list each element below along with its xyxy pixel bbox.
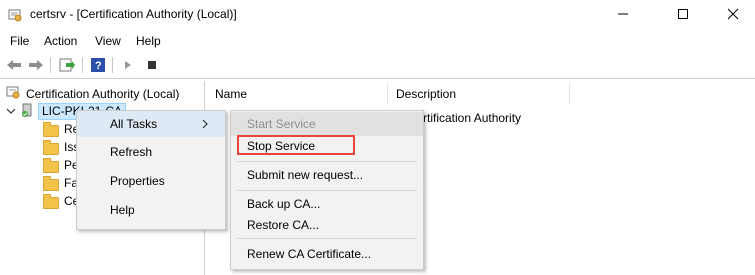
menu-item-renew-ca-certificate-label: Renew CA Certificate...	[247, 247, 372, 261]
folder-icon	[43, 176, 59, 191]
column-header-description[interactable]: Description	[396, 81, 456, 107]
menu-item-start-service-label: Start Service	[247, 117, 316, 131]
toolbar-separator	[50, 57, 51, 73]
window-title: certsrv - [Certification Authority (Loca…	[30, 7, 237, 21]
context-menu: All Tasks Refresh Properties Help	[76, 110, 226, 230]
minimize-button[interactable]	[600, 0, 646, 30]
maximize-icon	[677, 8, 689, 23]
menu-item-refresh-label: Refresh	[110, 145, 153, 159]
folder-icon	[43, 140, 59, 155]
help-icon[interactable]: ?	[89, 56, 107, 74]
menu-item-renew-ca-certificate[interactable]: Renew CA Certificate...	[231, 242, 423, 266]
menu-bar: File Action View Help	[0, 30, 755, 52]
export-list-icon[interactable]	[57, 56, 77, 74]
back-arrow-icon[interactable]	[4, 56, 24, 74]
menu-item-restore-ca-label: Restore CA...	[247, 218, 320, 232]
svg-text:?: ?	[95, 60, 102, 72]
close-icon	[727, 8, 739, 23]
menu-item-all-tasks-label: All Tasks	[110, 117, 158, 131]
menu-item-stop-service[interactable]: Stop Service	[231, 134, 423, 158]
menu-item-refresh[interactable]: Refresh	[77, 139, 225, 165]
minimize-icon	[617, 8, 629, 23]
menu-item-submit-request-label: Submit new request...	[247, 168, 364, 182]
all-tasks-submenu: Start Service Stop Service Submit new re…	[230, 110, 424, 270]
play-icon[interactable]	[119, 56, 137, 74]
ca-server-icon	[20, 103, 34, 120]
folder-icon	[43, 122, 59, 137]
chevron-down-icon[interactable]	[6, 105, 16, 119]
menu-file[interactable]: File	[10, 34, 29, 48]
menu-view[interactable]: View	[95, 34, 121, 48]
menu-item-properties[interactable]: Properties	[77, 168, 225, 194]
menu-help[interactable]: Help	[136, 34, 161, 48]
menu-item-all-tasks[interactable]: All Tasks	[77, 111, 225, 137]
menu-item-restore-ca[interactable]: Restore CA...	[231, 213, 423, 237]
menu-item-submit-request[interactable]: Submit new request...	[231, 163, 423, 187]
toolbar: ?	[0, 52, 755, 79]
menu-item-properties-label: Properties	[110, 174, 165, 188]
certification-authority-icon	[6, 85, 20, 102]
menu-separator	[237, 161, 417, 162]
toolbar-separator	[112, 57, 113, 73]
certsrv-app-icon	[8, 8, 22, 22]
tree-root-item[interactable]: Certification Authority (Local)	[6, 85, 179, 102]
forward-arrow-icon[interactable]	[26, 56, 46, 74]
menu-action[interactable]: Action	[44, 34, 77, 48]
column-divider[interactable]	[387, 83, 388, 105]
menu-item-help[interactable]: Help	[77, 197, 225, 223]
stop-icon[interactable]	[143, 56, 161, 74]
menu-separator	[237, 238, 417, 239]
row-description: rtification Authority	[423, 111, 522, 125]
menu-item-help-label: Help	[110, 203, 135, 217]
title-bar: certsrv - [Certification Authority (Loca…	[0, 0, 755, 30]
close-button[interactable]	[710, 0, 755, 30]
menu-separator	[237, 190, 417, 191]
menu-item-start-service[interactable]: Start Service	[231, 112, 423, 136]
column-header-name[interactable]: Name	[215, 81, 247, 107]
tree-root-label: Certification Authority (Local)	[26, 86, 180, 101]
column-divider[interactable]	[569, 83, 570, 105]
menu-item-stop-service-label: Stop Service	[247, 139, 316, 153]
folder-icon	[43, 158, 59, 173]
toolbar-separator	[82, 57, 83, 73]
maximize-button[interactable]	[660, 0, 706, 30]
folder-icon	[43, 194, 59, 209]
